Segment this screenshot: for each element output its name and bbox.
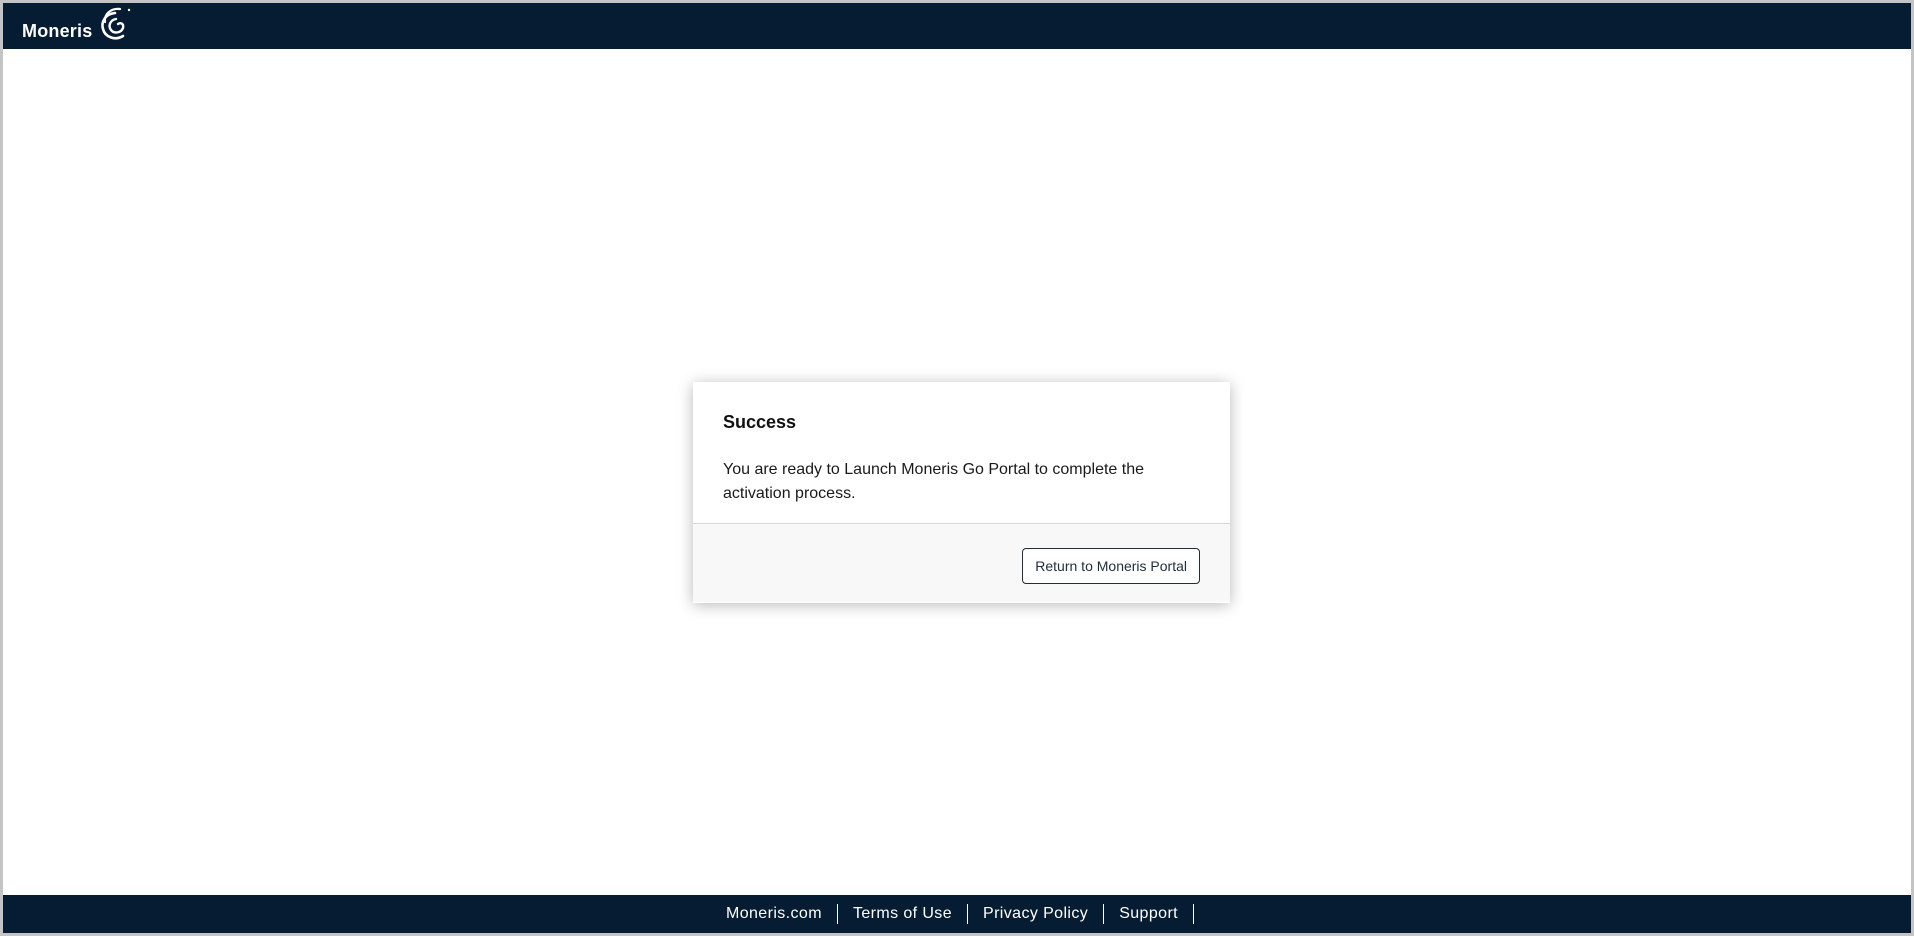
top-header-bar: Moneris	[3, 3, 1911, 49]
dialog-footer: Return to Moneris Portal	[693, 524, 1230, 602]
dialog-message: You are ready to Launch Moneris Go Porta…	[723, 461, 1144, 502]
footer-link-moneris-com[interactable]: Moneris.com	[726, 904, 838, 924]
moneris-logo[interactable]: Moneris	[22, 6, 133, 46]
bottom-footer-bar: Moneris.com Terms of Use Privacy Policy …	[3, 895, 1911, 933]
logo-text: Moneris	[22, 21, 93, 41]
dialog-body: Success You are ready to Launch Moneris …	[693, 382, 1230, 524]
footer-link-support[interactable]: Support	[1104, 904, 1195, 924]
footer-link-privacy-policy[interactable]: Privacy Policy	[968, 904, 1105, 924]
footer-links: Moneris.com Terms of Use Privacy Policy …	[726, 904, 1195, 924]
success-dialog: Success You are ready to Launch Moneris …	[693, 382, 1230, 603]
dialog-title: Success	[723, 412, 797, 432]
app-window: Moneris Success You are ready to Launch …	[0, 0, 1914, 936]
moneris-swirl-icon	[101, 7, 131, 40]
return-to-portal-button[interactable]: Return to Moneris Portal	[1022, 548, 1200, 584]
footer-link-terms-of-use[interactable]: Terms of Use	[838, 904, 968, 924]
